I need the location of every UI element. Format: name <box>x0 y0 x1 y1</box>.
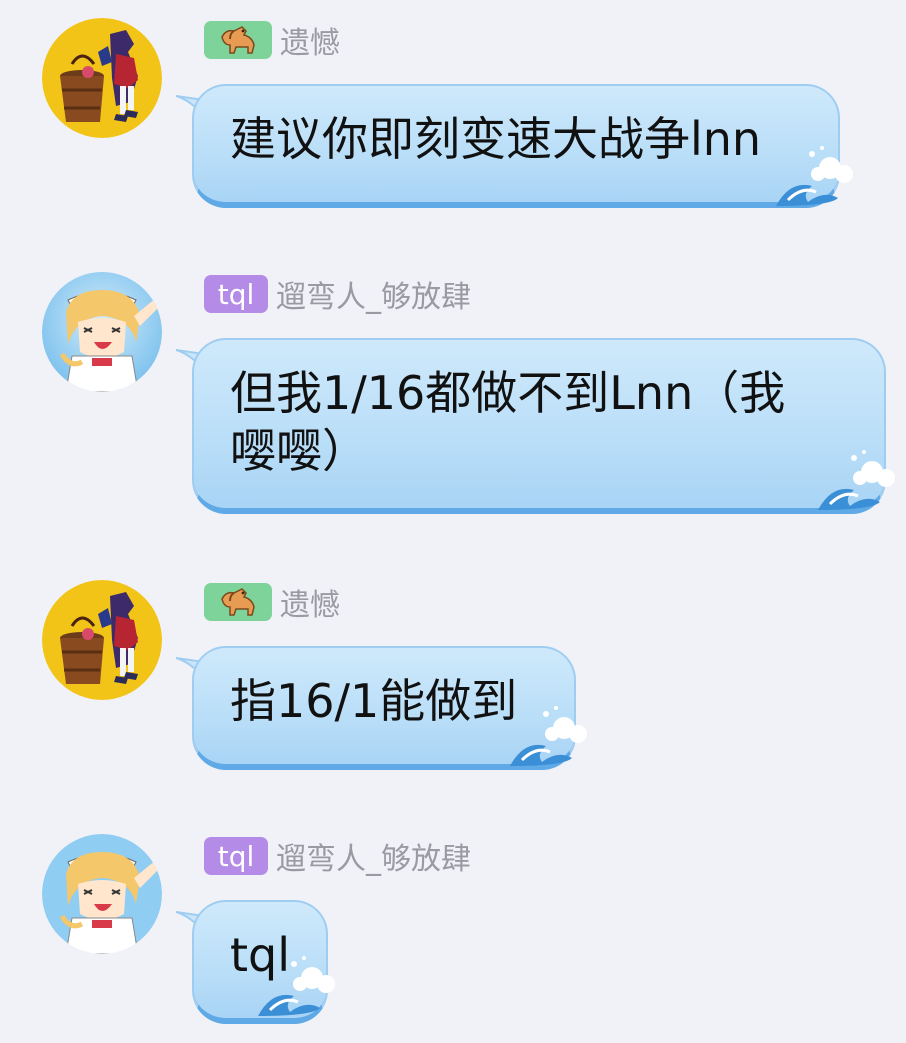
avatar-maid-anime-icon <box>42 834 162 954</box>
message-text-line: 但我1/16都做不到Lnn（我 <box>230 366 786 420</box>
wave-decoration-icon <box>510 706 587 766</box>
sender-nickname[interactable]: 遛弯人_够放肆 <box>276 272 471 316</box>
horse-icon <box>221 588 255 616</box>
sender-nickname[interactable]: 遛弯人_够放肆 <box>276 834 471 878</box>
title-badge: tql <box>204 837 268 875</box>
sender-row: tql 遛弯人_够放肆 <box>204 272 471 316</box>
wave-decoration-icon <box>258 956 335 1016</box>
sender-row: tql 遛弯人_够放肆 <box>204 834 471 878</box>
wave-decoration-icon <box>776 146 853 206</box>
avatar[interactable] <box>42 834 162 954</box>
avatar[interactable] <box>42 580 162 700</box>
message-bubble[interactable]: 但我1/16都做不到Lnn（我 嘤嘤） <box>192 338 886 514</box>
horse-icon <box>221 26 255 54</box>
avatar-maid-anime-icon <box>42 272 162 392</box>
title-badge <box>204 21 272 59</box>
sender-row: 遗憾 <box>204 580 340 624</box>
avatar[interactable] <box>42 18 162 138</box>
avatar-girl-with-bucket-icon <box>42 580 162 700</box>
title-badge <box>204 583 272 621</box>
sender-nickname[interactable]: 遗憾 <box>280 18 340 62</box>
sender-row: 遗憾 <box>204 18 340 62</box>
message-text-line: 嘤嘤） <box>230 424 368 478</box>
message-text: 指16/1能做到 <box>230 674 518 728</box>
title-badge: tql <box>204 275 268 313</box>
avatar-girl-with-bucket-icon <box>42 18 162 138</box>
wave-decoration-icon <box>818 450 895 510</box>
message-bubble[interactable]: 建议你即刻变速大战争lnn <box>192 84 840 208</box>
message-text: 建议你即刻变速大战争lnn <box>230 112 762 166</box>
sender-nickname[interactable]: 遗憾 <box>280 580 340 624</box>
chat-thread: 遗憾 建议你即刻变速大战争lnn tql 遛弯人_够放肆 但我1/16都做不到L… <box>0 0 906 1043</box>
avatar[interactable] <box>42 272 162 392</box>
